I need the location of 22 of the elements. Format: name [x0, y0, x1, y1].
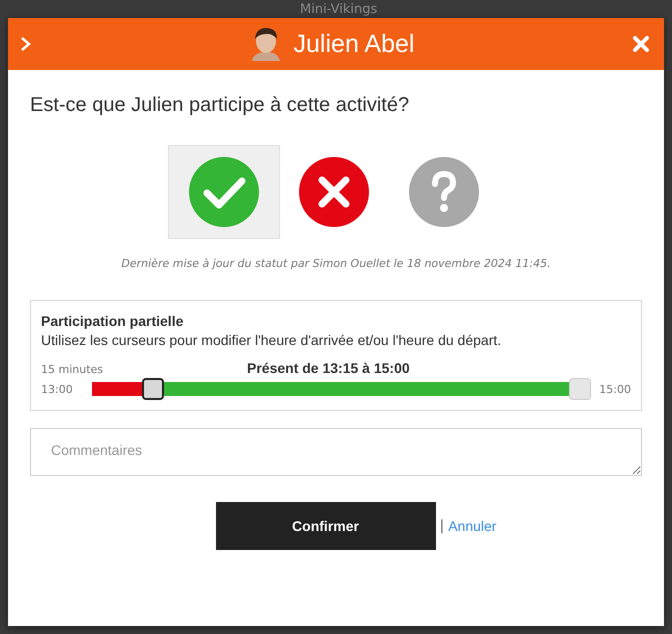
panel-title: Participation partielle: [41, 313, 184, 329]
chevron-right-icon[interactable]: [20, 36, 32, 52]
child-name: Julien Abel: [294, 30, 414, 58]
last-update-note: Dernière mise à jour du statut par Simon Ouellet le 18 novembre 2024 11:45.: [120, 257, 552, 270]
question-text: Est-ce que Julien participe à cette activité?: [30, 94, 410, 117]
end-handle[interactable]: [569, 378, 592, 400]
avatar-icon: [250, 27, 282, 61]
panel-hint: Utilisez les curseurs pour modifier l'heure d'arrivée et/ou l'heure du départ.: [41, 332, 502, 348]
step-label: 15 minutes: [41, 363, 104, 376]
question-icon: [409, 157, 479, 227]
start-handle[interactable]: [142, 378, 164, 400]
cross-icon: [299, 157, 369, 227]
min-time-label: 13:00: [41, 382, 73, 396]
max-time-label: 15:00: [599, 382, 631, 396]
comment-field[interactable]: Commentaires: [30, 428, 642, 476]
confirm-button[interactable]: Confirmer: [216, 502, 436, 550]
background-title: Mini-Vikings: [300, 2, 378, 16]
presence-summary: Présent de 13:15 à 15:00: [247, 360, 410, 376]
close-icon[interactable]: [632, 35, 650, 53]
separator: |: [440, 518, 444, 534]
check-icon: [189, 157, 259, 227]
status-option[interactable]: [168, 145, 280, 239]
